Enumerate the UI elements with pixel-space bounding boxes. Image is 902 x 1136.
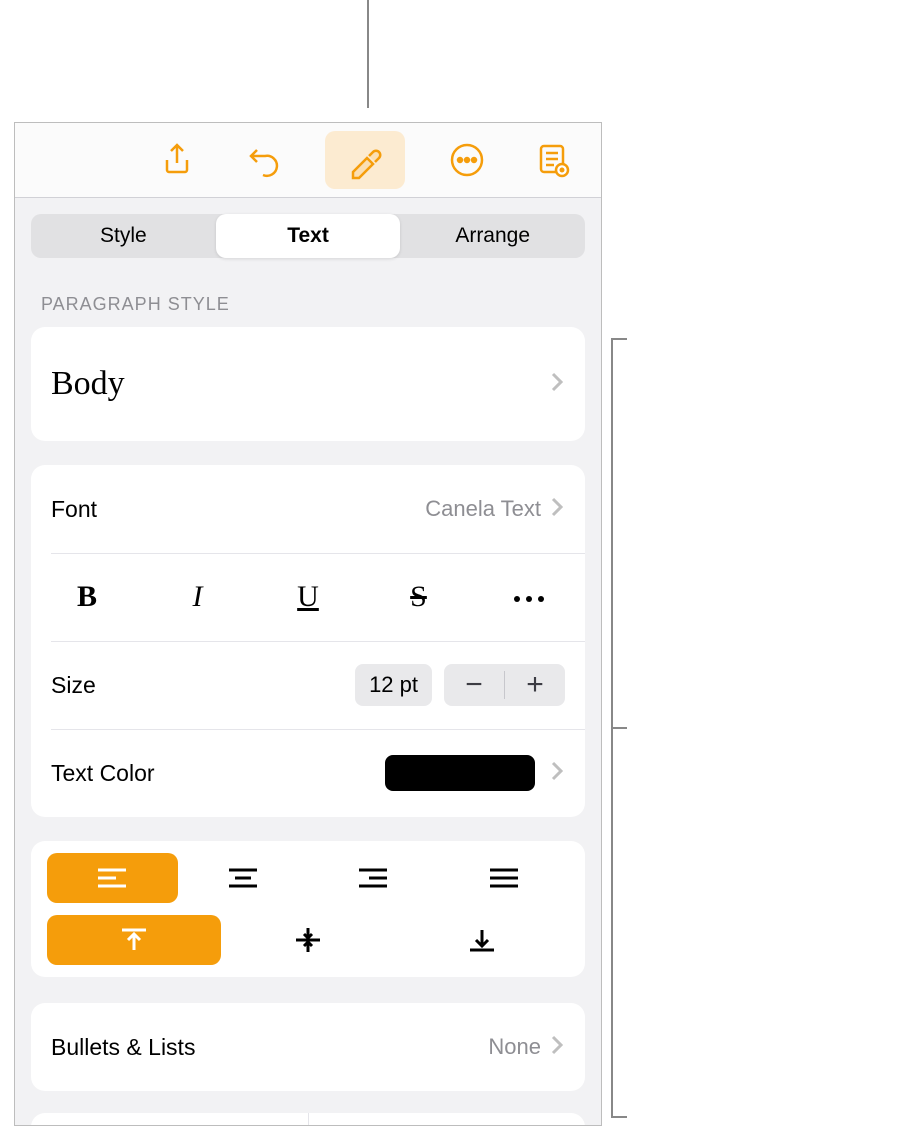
callout-line-top	[367, 0, 369, 108]
size-row: Size 12 pt − +	[31, 641, 585, 729]
text-style-row: B I U S	[31, 553, 585, 641]
more-text-options-button[interactable]	[499, 580, 559, 614]
format-button[interactable]	[325, 131, 405, 189]
tab-text-label: Text	[287, 224, 329, 248]
increase-indent-button[interactable]	[308, 1113, 586, 1126]
chevron-right-icon	[549, 495, 565, 524]
tab-text[interactable]: Text	[216, 214, 401, 258]
italic-button[interactable]: I	[168, 580, 228, 614]
format-tabs: Style Text Arrange	[15, 198, 601, 258]
bullets-value: None	[488, 1034, 541, 1060]
tab-arrange-label: Arrange	[455, 224, 530, 248]
bullets-row[interactable]: Bullets & Lists None	[31, 1003, 585, 1091]
font-card: Font Canela Text B I U S Size 12 pt −	[31, 465, 585, 817]
paragraph-style-row[interactable]: Body	[31, 327, 585, 441]
more-button[interactable]	[443, 136, 491, 184]
bullets-card: Bullets & Lists None	[31, 1003, 585, 1091]
undo-button[interactable]	[239, 136, 287, 184]
text-color-row[interactable]: Text Color	[31, 729, 585, 817]
valign-bottom-button[interactable]	[395, 915, 569, 965]
chevron-right-icon	[549, 1033, 565, 1062]
align-right-button[interactable]	[308, 853, 439, 903]
font-value: Canela Text	[425, 496, 541, 522]
align-justify-button[interactable]	[439, 853, 570, 903]
size-label: Size	[51, 672, 355, 699]
horizontal-align-row	[47, 853, 569, 903]
presenter-notes-button[interactable]	[529, 136, 577, 184]
text-color-label: Text Color	[51, 760, 385, 787]
paragraph-style-value: Body	[51, 365, 549, 403]
size-decrease-button[interactable]: −	[444, 668, 504, 702]
bullets-label: Bullets & Lists	[51, 1034, 488, 1061]
tab-style[interactable]: Style	[31, 214, 216, 258]
size-increase-button[interactable]: +	[505, 668, 565, 702]
underline-button[interactable]: U	[278, 580, 338, 614]
valign-middle-button[interactable]	[221, 915, 395, 965]
paragraph-style-card: Body	[31, 327, 585, 441]
section-header-paragraph-style: PARAGRAPH STYLE	[15, 258, 601, 327]
tab-arrange[interactable]: Arrange	[400, 214, 585, 258]
indent-card	[31, 1113, 585, 1126]
strikethrough-button[interactable]: S	[389, 580, 449, 614]
align-center-button[interactable]	[178, 853, 309, 903]
app-toolbar	[15, 123, 601, 198]
size-stepper: − +	[444, 664, 565, 706]
font-label: Font	[51, 496, 425, 523]
tab-style-label: Style	[100, 224, 147, 248]
alignment-card	[31, 841, 585, 977]
vertical-align-row	[47, 915, 569, 965]
bold-button[interactable]: B	[57, 580, 117, 614]
format-panel: Style Text Arrange PARAGRAPH STYLE Body …	[14, 122, 602, 1126]
callout-bracket-side	[611, 338, 627, 1118]
decrease-indent-button[interactable]	[31, 1113, 308, 1126]
text-color-swatch	[385, 755, 535, 791]
chevron-right-icon	[549, 370, 565, 399]
size-value[interactable]: 12 pt	[355, 664, 432, 706]
share-button[interactable]	[153, 136, 201, 184]
chevron-right-icon	[549, 759, 565, 788]
align-left-button[interactable]	[47, 853, 178, 903]
font-row[interactable]: Font Canela Text	[31, 465, 585, 553]
valign-top-button[interactable]	[47, 915, 221, 965]
